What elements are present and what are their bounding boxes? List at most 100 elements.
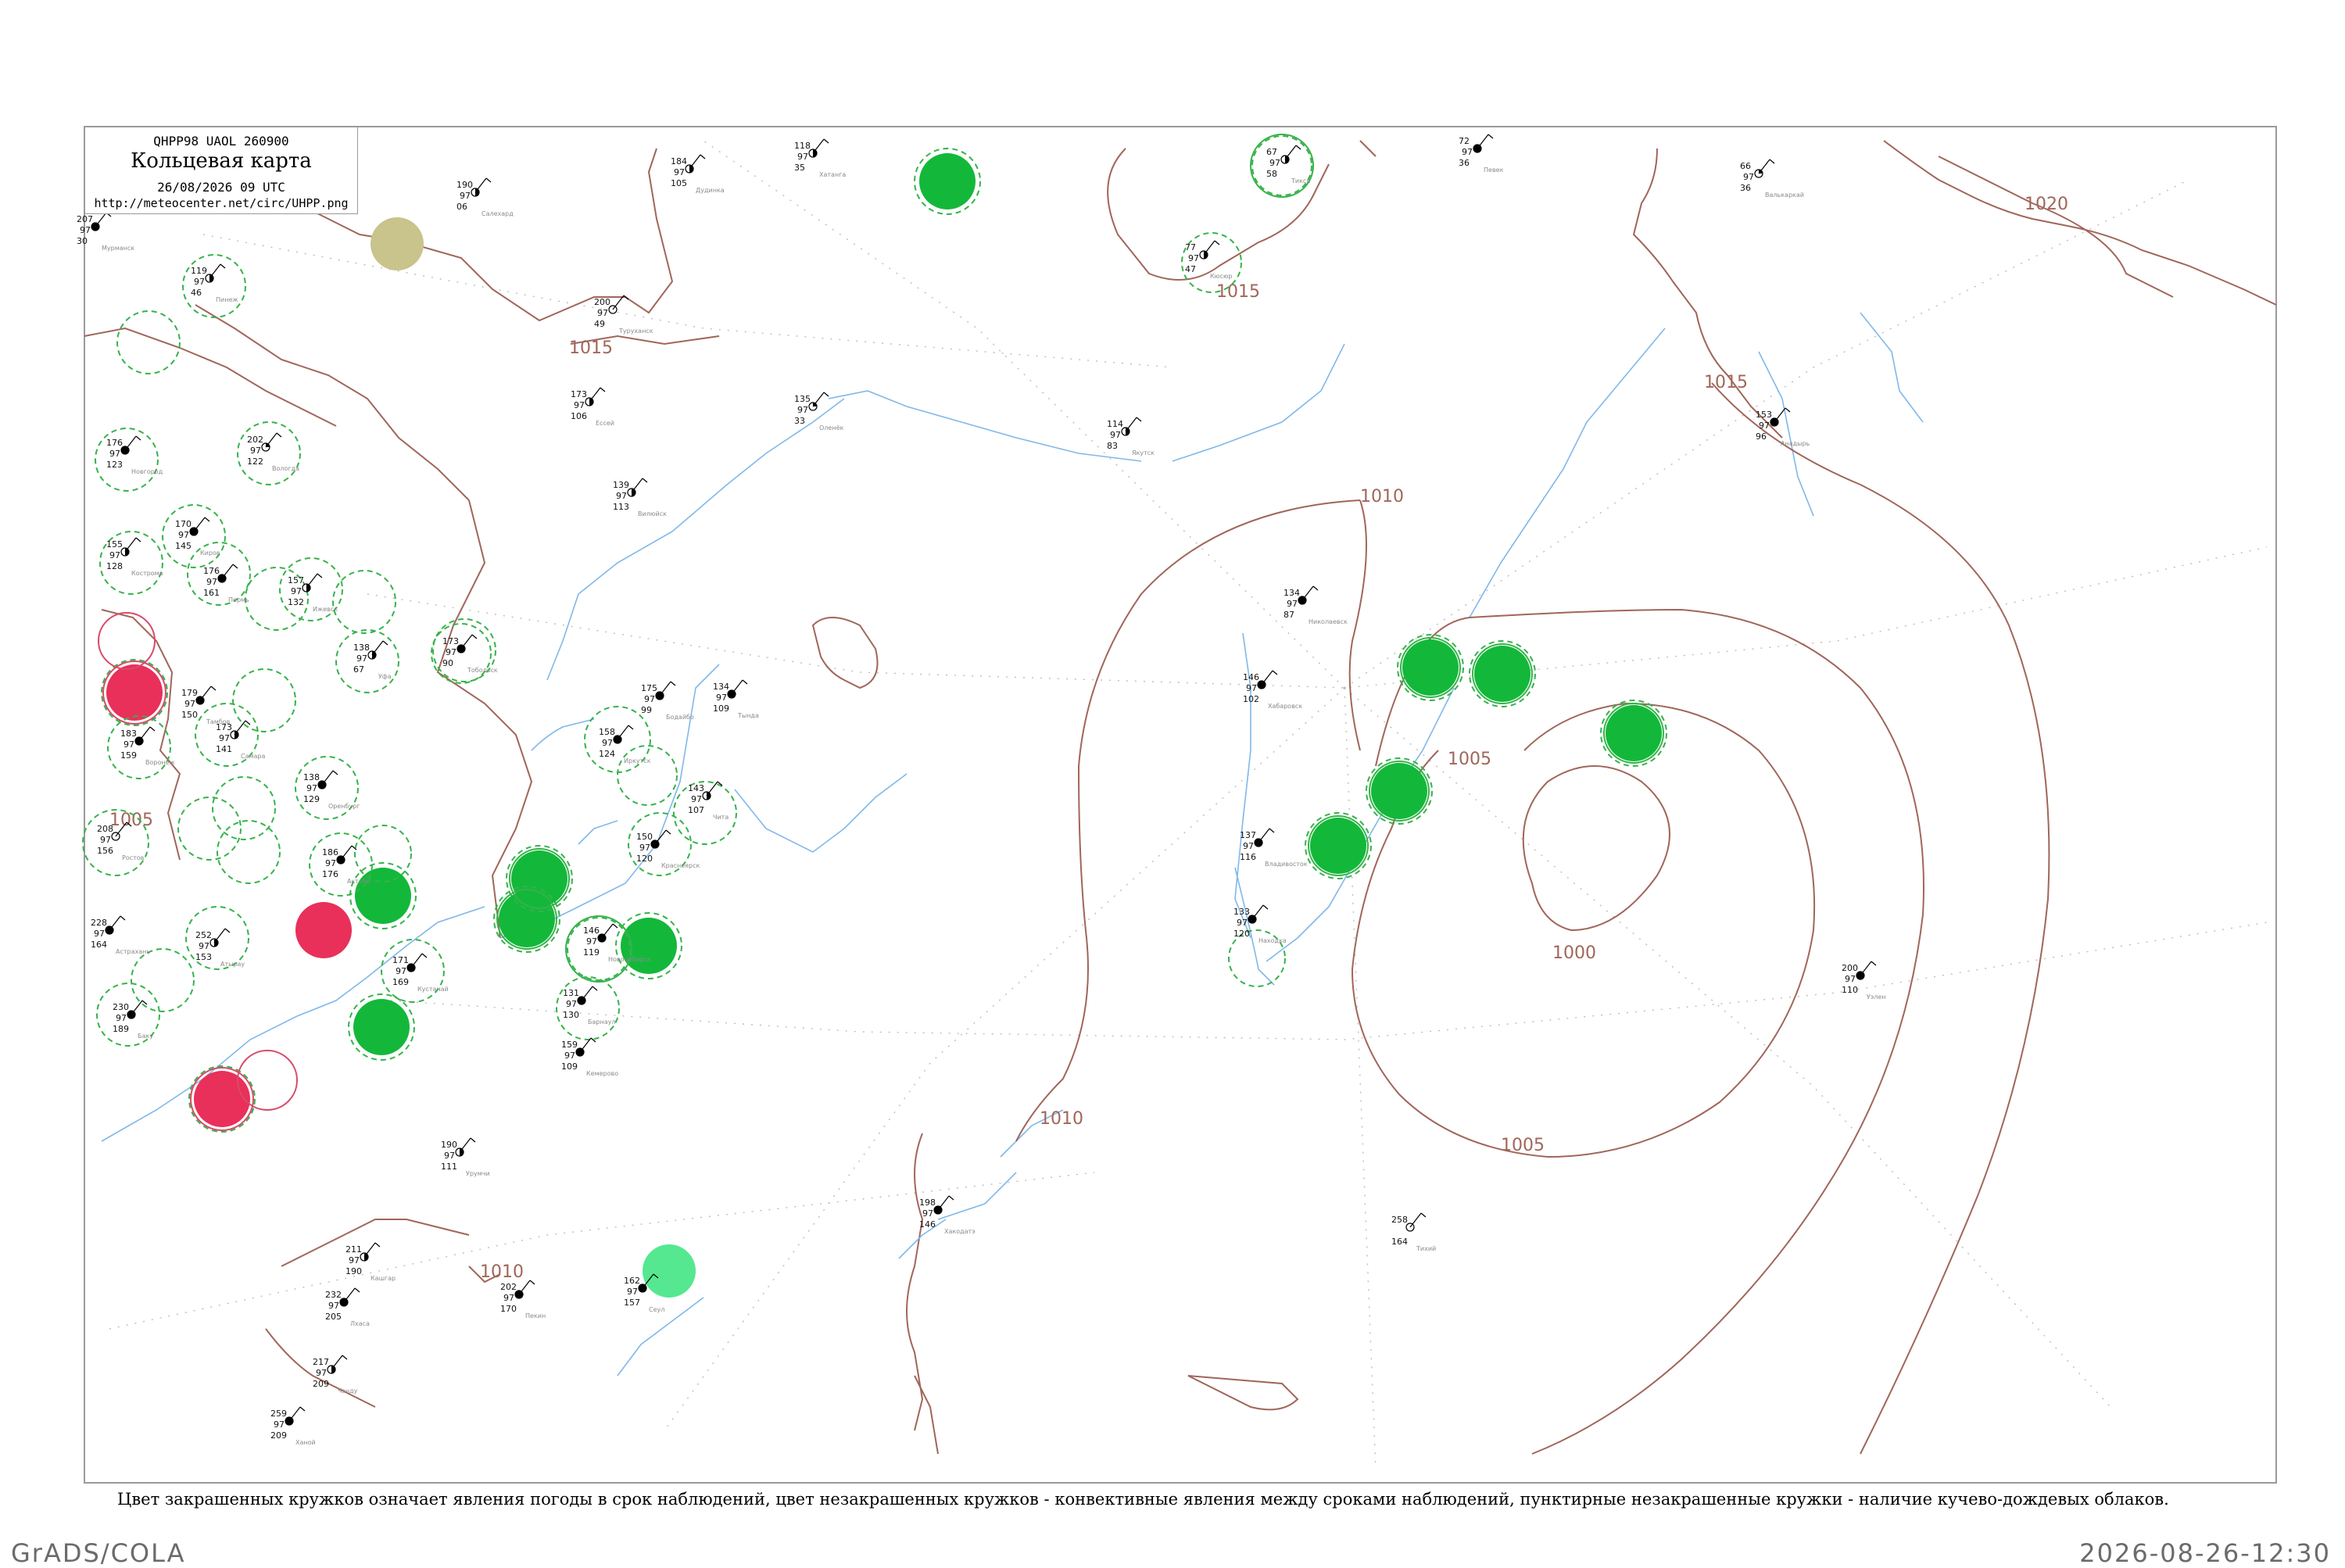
station-visibility: 97 xyxy=(1246,683,1257,693)
map-title: Кольцевая карта xyxy=(131,149,312,173)
station-visibility: 97 xyxy=(1188,253,1199,263)
station-name: Вилюйск xyxy=(638,510,667,517)
station-dewpoint: 170 xyxy=(500,1304,517,1314)
station-temperature: 186 xyxy=(322,847,338,857)
station-name: Ессей xyxy=(596,420,614,427)
station-dewpoint: 205 xyxy=(325,1312,342,1322)
station-temperature: 176 xyxy=(106,438,123,448)
station-temperature: 179 xyxy=(181,688,198,698)
station-temperature: 230 xyxy=(113,1002,129,1012)
station-dewpoint: 67 xyxy=(353,664,364,675)
station-temperature: 259 xyxy=(270,1409,287,1419)
station-name: Владивосток xyxy=(1265,861,1308,868)
station-dewpoint: 33 xyxy=(794,416,805,426)
station-name: Киров xyxy=(200,550,220,557)
station-name: Пермь xyxy=(228,596,249,603)
station-name: Пинеж xyxy=(216,296,238,303)
station-visibility: 97 xyxy=(1845,974,1856,984)
station-visibility: 97 xyxy=(116,1013,127,1023)
station-visibility: 97 xyxy=(184,699,195,709)
station-dewpoint: 120 xyxy=(1233,929,1250,939)
station-visibility: 97 xyxy=(1743,172,1754,182)
station-temperature: 114 xyxy=(1107,419,1123,429)
station-name: Уэлен xyxy=(1867,993,1886,1001)
station-visibility: 97 xyxy=(797,152,808,162)
station-dewpoint: 145 xyxy=(175,541,192,551)
station-name: Самара xyxy=(241,753,266,760)
synoptic-map: 1000 1005 1005 1005 1010 1010 1010 1015 … xyxy=(77,126,2277,1484)
station-temperature: 208 xyxy=(97,824,113,834)
station-name: Кюсюр xyxy=(1210,273,1233,280)
station-temperature: 228 xyxy=(91,918,107,928)
station-name: Урумчи xyxy=(466,1170,490,1177)
station-name: Воронеж xyxy=(145,759,175,766)
station-dewpoint: 169 xyxy=(392,977,409,987)
station-visibility: 97 xyxy=(639,843,650,853)
filled-red-circle xyxy=(106,664,163,721)
station-dewpoint: 36 xyxy=(1740,183,1751,193)
station-dewpoint: 150 xyxy=(181,710,198,720)
station-name: Ижевск xyxy=(313,606,338,613)
station-visibility: 97 xyxy=(602,738,613,748)
station-visibility: 97 xyxy=(691,794,702,804)
station-visibility: 97 xyxy=(100,835,111,845)
station-name: Чита xyxy=(713,814,729,821)
station-visibility: 97 xyxy=(109,550,120,560)
station-dewpoint: 83 xyxy=(1107,441,1118,451)
station-dewpoint: 46 xyxy=(191,288,202,298)
station-dewpoint: 128 xyxy=(106,561,123,571)
station-dewpoint: 120 xyxy=(636,854,653,864)
filled-olive-circle xyxy=(371,217,424,270)
isobar-label-1005: 1005 xyxy=(1501,1136,1545,1155)
station-visibility: 97 xyxy=(396,966,406,976)
station-name: Певек xyxy=(1484,166,1504,174)
station-temperature: 150 xyxy=(636,832,653,842)
station-name: Тында xyxy=(737,712,759,719)
station-temperature: 232 xyxy=(325,1290,342,1300)
station-temperature: 119 xyxy=(191,266,207,276)
isobar-label-1000: 1000 xyxy=(1552,943,1596,963)
filled-green-circle xyxy=(1474,646,1531,702)
station-dewpoint: 129 xyxy=(303,794,320,804)
station-name: Тобольск xyxy=(467,667,498,674)
station-temperature: 67 xyxy=(1266,147,1277,157)
station-temperature: 138 xyxy=(303,772,320,782)
station-name: Чэнду xyxy=(338,1387,358,1394)
source-url[interactable]: http://meteocenter.net/circ/UHPP.png xyxy=(85,196,357,210)
station-temperature: 190 xyxy=(441,1140,457,1150)
station-visibility: 97 xyxy=(566,999,577,1009)
station-dewpoint: 49 xyxy=(594,319,605,329)
filled-green-circle xyxy=(355,868,411,924)
station-name: Сеул xyxy=(649,1306,664,1313)
station-visibility: 97 xyxy=(503,1293,514,1303)
station-temperature: 200 xyxy=(1842,963,1858,973)
station-temperature: 173 xyxy=(571,389,587,399)
station-name: Ростов xyxy=(122,854,145,861)
station-visibility: 97 xyxy=(627,1287,638,1297)
isobar-label-1005-b: 1005 xyxy=(1448,750,1491,769)
isobar-label-1020: 1020 xyxy=(2025,195,2068,214)
station-dewpoint: 176 xyxy=(322,869,338,879)
station-temperature: 173 xyxy=(216,722,232,732)
station-dewpoint: 105 xyxy=(671,178,687,188)
station-dewpoint: 47 xyxy=(1185,264,1196,274)
station-temperature: 176 xyxy=(203,566,220,576)
bulletin-code: QHPP98 UAOL 260900 xyxy=(153,134,289,149)
station-temperature: 131 xyxy=(563,988,579,998)
map-header-box: QHPP98 UAOL 260900 Кольцевая карта 26/08… xyxy=(84,127,358,214)
filled-red-circle xyxy=(194,1071,250,1127)
station-visibility: 97 xyxy=(325,858,336,868)
station-temperature: 159 xyxy=(561,1040,578,1050)
station-visibility: 97 xyxy=(1243,841,1254,851)
station-visibility: 97 xyxy=(797,405,808,415)
isobar-label-1015-c: 1015 xyxy=(1216,282,1260,302)
station-visibility: 97 xyxy=(219,733,230,743)
station-dewpoint: 122 xyxy=(247,456,263,467)
station-temperature: 146 xyxy=(583,925,600,936)
station-temperature: 198 xyxy=(919,1197,936,1208)
filled-green-circle xyxy=(1371,763,1427,819)
station-temperature: 252 xyxy=(195,930,212,940)
station-name: Ханой xyxy=(295,1439,316,1446)
station-visibility: 97 xyxy=(199,941,209,951)
isobar-label-1015-b: 1015 xyxy=(569,338,613,358)
